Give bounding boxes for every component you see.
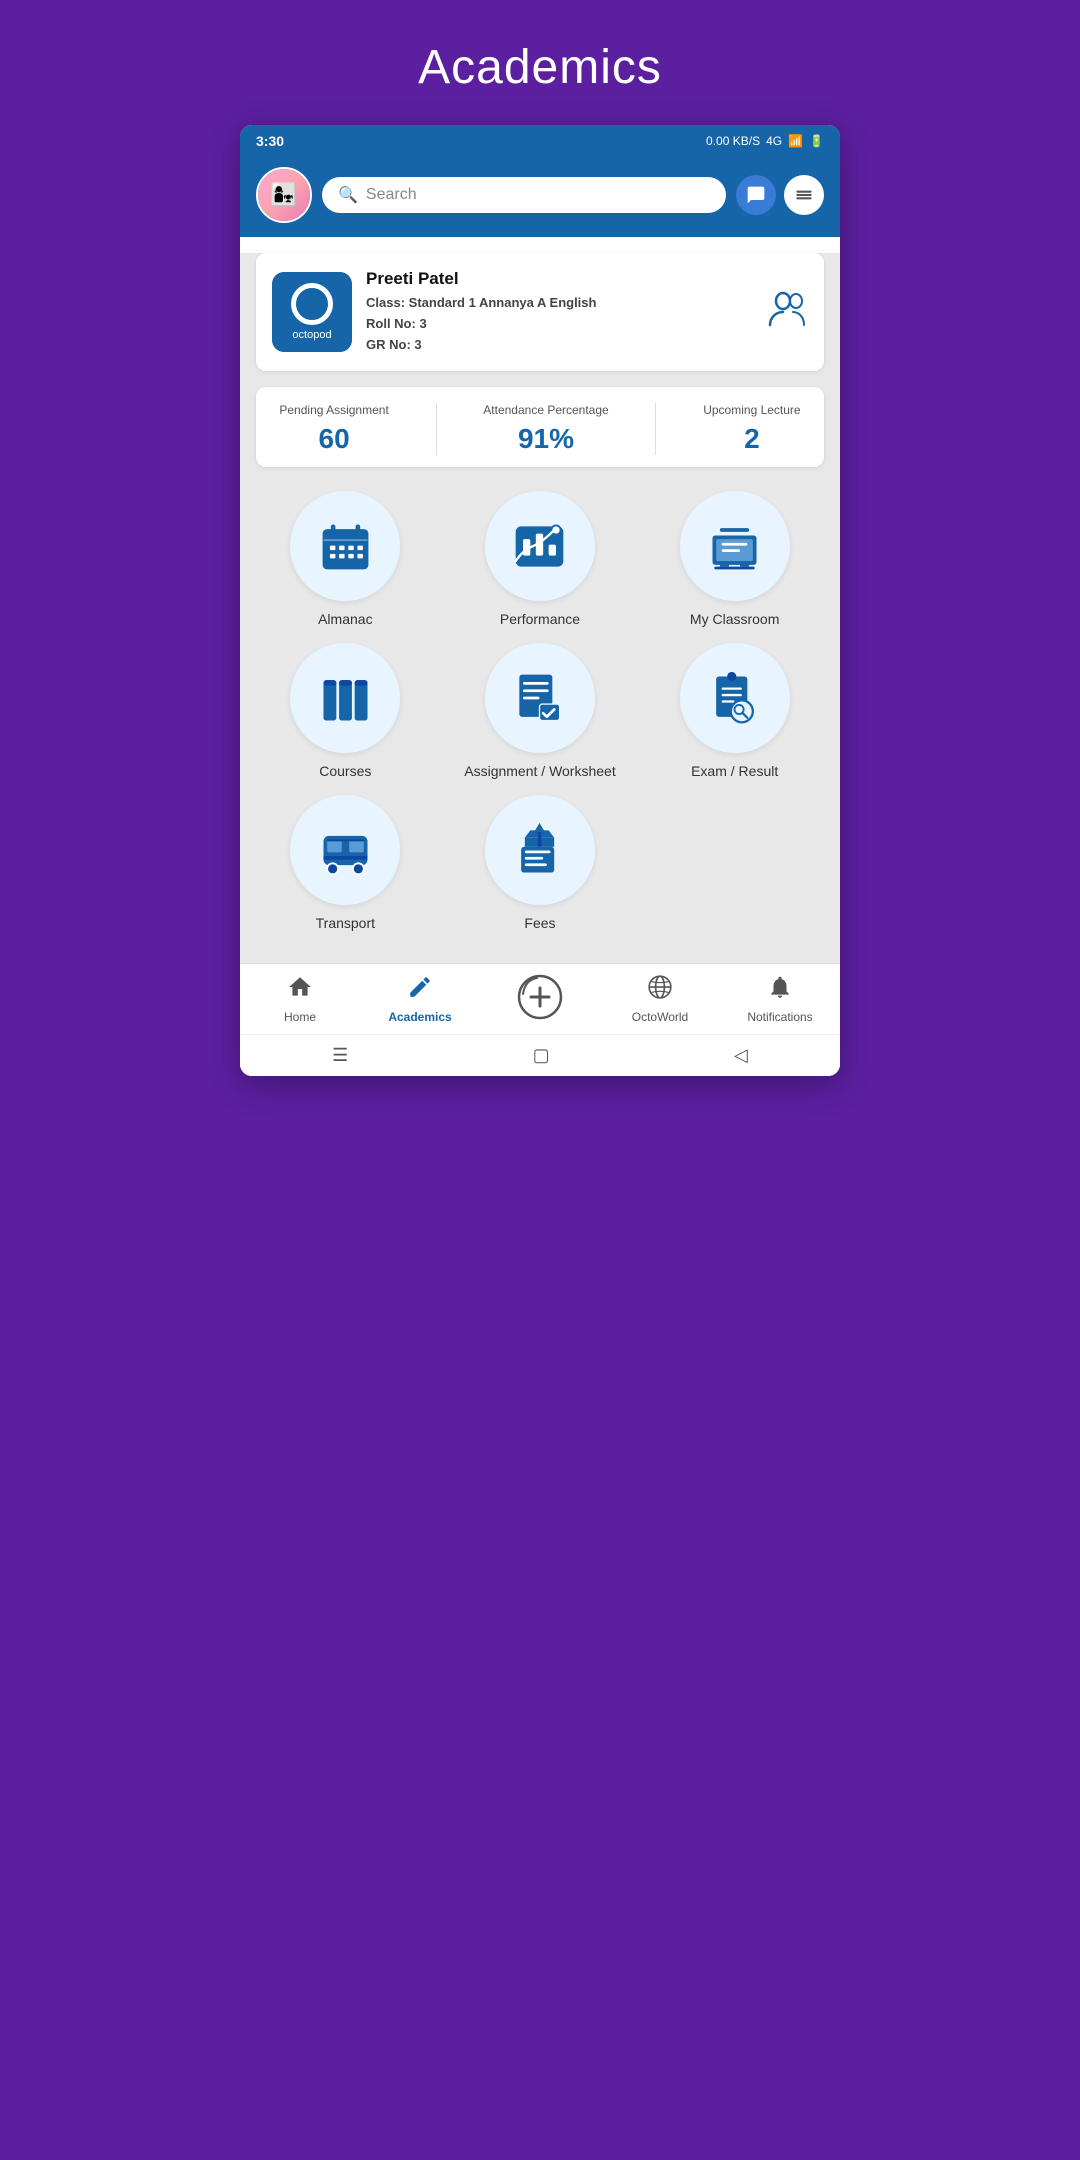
home-icon [287, 974, 313, 1006]
main-content: octopod Preeti Patel Class: Standard 1 A… [240, 253, 840, 1076]
stat-pending-value: 60 [279, 423, 388, 455]
stat-upcoming-label: Upcoming Lecture [703, 403, 800, 417]
transport-icon-circle [290, 795, 400, 905]
bottom-nav: Home Academics [240, 963, 840, 1034]
notifications-icon [767, 974, 793, 1006]
stat-attendance[interactable]: Attendance Percentage 91% [483, 403, 608, 455]
hamburger-gesture-icon[interactable]: ☰ [332, 1045, 348, 1066]
back-gesture-icon[interactable]: ◁ [734, 1045, 748, 1066]
grid-item-my-classroom[interactable]: My Classroom [645, 491, 824, 627]
stat-upcoming-value: 2 [703, 423, 800, 455]
profile-card: octopod Preeti Patel Class: Standard 1 A… [256, 253, 824, 371]
roll-value: 3 [419, 316, 426, 331]
gesture-bar: ☰ ▢ ◁ [240, 1034, 840, 1076]
nav-notifications[interactable]: Notifications [740, 974, 820, 1026]
app-header: 👩‍👧 🔍 Search [240, 157, 840, 237]
performance-icon-circle [485, 491, 595, 601]
grid-item-exam-result[interactable]: Exam / Result [645, 643, 824, 779]
home-label: Home [284, 1010, 316, 1024]
notifications-label: Notifications [747, 1010, 812, 1024]
profile-gr: GR No: 3 [366, 335, 754, 356]
status-time: 3:30 [256, 133, 284, 149]
stat-attendance-label: Attendance Percentage [483, 403, 608, 417]
plus-badge-icon [517, 974, 563, 1026]
courses-icon-circle [290, 643, 400, 753]
stat-attendance-value: 91% [483, 423, 608, 455]
grid-item-performance[interactable]: Performance [451, 491, 630, 627]
menu-button[interactable] [784, 175, 824, 215]
roll-label: Roll No: [366, 316, 416, 331]
almanac-icon-circle [290, 491, 400, 601]
grid-item-fees[interactable]: Fees [451, 795, 630, 931]
octopod-logo: octopod [272, 272, 352, 352]
grid-item-assignment-worksheet[interactable]: Assignment / Worksheet [451, 643, 630, 779]
profile-roll: Roll No: 3 [366, 314, 754, 335]
phone-frame: 3:30 0.00 KB/S 4G 📶 🔋 👩‍👧 🔍 Search [240, 125, 840, 1076]
profile-info: Preeti Patel Class: Standard 1 Annanya A… [366, 269, 754, 355]
icon-grid-row-1: Almanac P [256, 491, 824, 627]
gr-value: 3 [414, 337, 421, 352]
assignment-worksheet-icon-circle [485, 643, 595, 753]
exam-result-icon-circle [680, 643, 790, 753]
assignment-worksheet-label: Assignment / Worksheet [464, 763, 615, 779]
octoworld-label: OctoWorld [632, 1010, 688, 1024]
network-speed: 0.00 KB/S [706, 134, 760, 148]
profile-name: Preeti Patel [366, 269, 754, 289]
stat-pending[interactable]: Pending Assignment 60 [279, 403, 388, 455]
octoworld-icon [647, 974, 673, 1006]
grid-item-courses[interactable]: Courses [256, 643, 435, 779]
avatar-image: 👩‍👧 [258, 169, 310, 221]
my-classroom-icon-circle [680, 491, 790, 601]
fees-icon-circle [485, 795, 595, 905]
grid-section: Almanac P [240, 483, 840, 963]
nav-home[interactable]: Home [260, 974, 340, 1026]
stat-pending-label: Pending Assignment [279, 403, 388, 417]
avatar[interactable]: 👩‍👧 [256, 167, 312, 223]
search-icon: 🔍 [338, 185, 358, 205]
icon-grid-row-3: Transport [256, 795, 824, 931]
grid-empty-slot [645, 795, 824, 931]
my-classroom-label: My Classroom [690, 611, 779, 627]
header-icons [736, 175, 824, 215]
search-placeholder: Search [366, 186, 417, 204]
gr-label: GR No: [366, 337, 411, 352]
fees-label: Fees [524, 915, 555, 931]
exam-result-label: Exam / Result [691, 763, 778, 779]
profile-class: Class: Standard 1 Annanya A English [366, 293, 754, 314]
nav-octoworld[interactable]: OctoWorld [620, 974, 700, 1026]
signal-icon: 📶 [788, 134, 803, 148]
grid-item-almanac[interactable]: Almanac [256, 491, 435, 627]
nav-octoworld-plus[interactable] [500, 974, 580, 1026]
almanac-label: Almanac [318, 611, 372, 627]
transport-label: Transport [316, 915, 375, 931]
class-label: Class: [366, 295, 405, 310]
class-value: Standard 1 Annanya A English [409, 295, 597, 310]
chat-button[interactable] [736, 175, 776, 215]
stat-divider-1 [436, 403, 437, 455]
stat-upcoming[interactable]: Upcoming Lecture 2 [703, 403, 800, 455]
academics-label: Academics [388, 1010, 451, 1024]
octopod-ring [291, 283, 333, 325]
users-icon[interactable] [768, 291, 808, 334]
stat-divider-2 [655, 403, 656, 455]
status-bar: 3:30 0.00 KB/S 4G 📶 🔋 [240, 125, 840, 157]
stats-row: Pending Assignment 60 Attendance Percent… [256, 387, 824, 467]
page-title: Academics [418, 40, 662, 95]
nav-academics[interactable]: Academics [380, 974, 460, 1026]
square-gesture-icon[interactable]: ▢ [533, 1045, 550, 1066]
grid-item-transport[interactable]: Transport [256, 795, 435, 931]
status-right: 0.00 KB/S 4G 📶 🔋 [706, 134, 824, 148]
performance-label: Performance [500, 611, 580, 627]
academics-icon [407, 974, 433, 1006]
courses-label: Courses [319, 763, 371, 779]
octopod-brand-text: octopod [292, 329, 331, 341]
battery-icon: 🔋 [809, 134, 824, 148]
icon-grid-row-2: Courses Assignment / Wor [256, 643, 824, 779]
search-bar[interactable]: 🔍 Search [322, 177, 726, 213]
network-type: 4G [766, 134, 782, 148]
